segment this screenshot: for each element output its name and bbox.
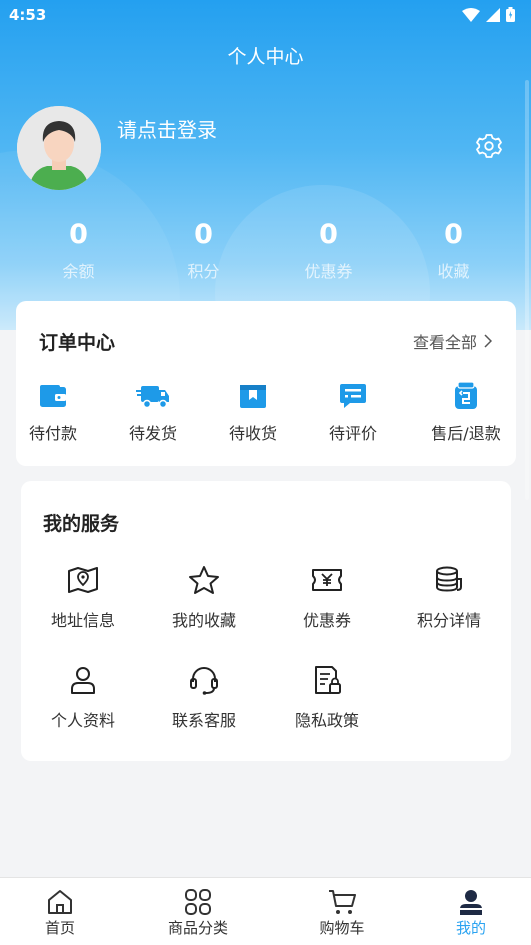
avatar[interactable]: [17, 106, 101, 190]
nav-categories[interactable]: 商品分类: [143, 888, 253, 938]
service-coupons[interactable]: 优惠券: [272, 565, 382, 631]
order-status-label: 待发货: [128, 424, 177, 443]
service-label: 联系客服: [171, 711, 236, 730]
coins-icon: [436, 566, 462, 592]
service-customer-support[interactable]: 联系客服: [149, 665, 259, 731]
service-address[interactable]: 地址信息: [28, 565, 138, 631]
order-pending-review[interactable]: 待评价: [308, 381, 398, 444]
service-points-details[interactable]: 积分详情: [394, 565, 504, 631]
stat-points[interactable]: 0 积分: [141, 220, 266, 282]
order-status-label: 售后/退款: [431, 424, 501, 443]
status-time: 4:53: [9, 6, 47, 24]
stat-label: 积分: [187, 262, 220, 281]
nav-cart[interactable]: 购物车: [287, 888, 397, 938]
my-services-card: 我的服务 地址信息 我的收藏 优惠券 积分详情 个人资料 联系客服 隐私政策: [21, 481, 511, 761]
stat-value: 0: [444, 219, 463, 250]
account-stats: 0 余额 0 积分 0 优惠券 0 收藏: [16, 220, 516, 282]
stat-label: 收藏: [437, 262, 470, 281]
chevron-right-icon: [484, 334, 492, 348]
coupon-icon: [312, 569, 342, 591]
my-services-title: 我的服务: [43, 513, 120, 535]
map-icon: [68, 567, 98, 593]
profile-icon: [460, 890, 482, 915]
login-prompt[interactable]: 请点击登录: [117, 114, 217, 143]
service-label: 积分详情: [416, 611, 481, 630]
page-title: 个人中心: [227, 46, 304, 68]
stat-value: 0: [319, 219, 338, 250]
headset-icon: [190, 667, 218, 695]
service-label: 优惠券: [302, 611, 351, 630]
privacy-document-icon: [315, 666, 341, 694]
order-status-label: 待付款: [28, 424, 77, 443]
nav-label: 商品分类: [167, 919, 228, 937]
order-status-label: 待评价: [328, 424, 377, 443]
order-center-title: 订单中心: [39, 332, 116, 354]
stat-favorites[interactable]: 0 收藏: [391, 220, 516, 282]
service-profile[interactable]: 个人资料: [28, 665, 138, 731]
comment-icon: [340, 384, 366, 408]
wifi-icon: [462, 7, 480, 22]
stat-label: 余额: [62, 262, 95, 281]
nav-label: 我的: [455, 919, 486, 937]
nav-label: 首页: [44, 919, 75, 937]
status-icons: [462, 7, 515, 22]
order-pending-payment[interactable]: 待付款: [8, 381, 98, 444]
cart-icon: [329, 890, 356, 914]
scrollbar[interactable]: [525, 80, 529, 500]
stat-value: 0: [194, 219, 213, 250]
stat-balance[interactable]: 0 余额: [16, 220, 141, 282]
service-label: 个人资料: [50, 711, 115, 730]
service-label: 地址信息: [50, 611, 115, 630]
nav-label: 购物车: [319, 919, 365, 937]
user-icon: [71, 667, 95, 694]
nav-profile[interactable]: 我的: [416, 888, 526, 938]
stat-label: 优惠券: [304, 262, 353, 281]
truck-icon: [136, 386, 169, 409]
order-after-sales-refund[interactable]: 售后/退款: [421, 381, 511, 444]
refund-icon: [455, 381, 477, 409]
star-icon: [189, 566, 219, 594]
settings-gear-icon[interactable]: [474, 131, 504, 161]
order-pending-receipt[interactable]: 待收货: [208, 381, 298, 444]
nav-home[interactable]: 首页: [5, 888, 115, 938]
view-all-orders-link[interactable]: 查看全部: [413, 329, 492, 353]
avatar-person-icon: [17, 106, 101, 190]
service-label: 我的收藏: [171, 611, 236, 630]
wallet-icon: [40, 385, 66, 407]
order-pending-shipment[interactable]: 待发货: [108, 381, 198, 444]
service-favorites[interactable]: 我的收藏: [149, 565, 259, 631]
stat-value: 0: [69, 219, 88, 250]
status-bar: 4:53: [0, 0, 531, 30]
service-privacy-policy[interactable]: 隐私政策: [272, 665, 382, 731]
order-center-card: 订单中心 查看全部 待付款 待发货 待收货 待评价 售后/退款: [16, 301, 516, 466]
view-all-label: 查看全部: [412, 333, 477, 352]
box-icon: [240, 385, 266, 408]
bottom-navigation: 首页 商品分类 购物车 我的: [0, 877, 531, 945]
battery-icon: [506, 7, 515, 22]
category-icon: [185, 889, 211, 915]
stat-coupons[interactable]: 0 优惠券: [266, 220, 391, 282]
order-status-label: 待收货: [228, 424, 277, 443]
home-icon: [48, 890, 72, 914]
signal-icon: [486, 7, 500, 22]
service-label: 隐私政策: [294, 711, 359, 730]
order-status-row: 待付款 待发货 待收货 待评价 售后/退款: [16, 381, 516, 451]
